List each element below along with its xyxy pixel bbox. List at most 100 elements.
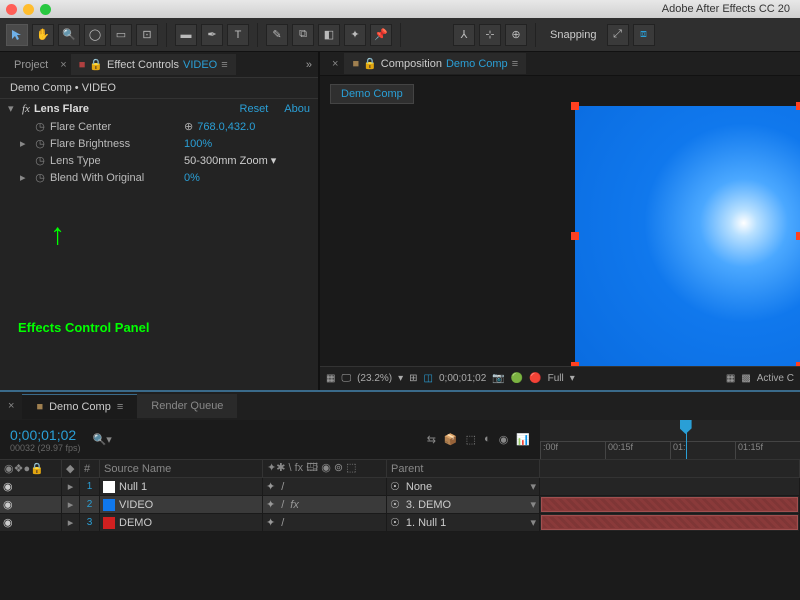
crosshair-icon[interactable]: ⊕	[184, 120, 193, 133]
twirl-arrow-icon[interactable]: ▸	[68, 498, 74, 511]
visibility-icon[interactable]: ◉	[3, 498, 13, 511]
prop-value[interactable]: 768.0,432.0	[197, 121, 255, 133]
safe-zones-icon[interactable]: ◫	[424, 373, 433, 384]
disclosure-arrow-icon[interactable]: ▸	[20, 137, 30, 150]
minimize-window-button[interactable]	[23, 4, 34, 15]
viewer-timecode[interactable]: 0;00;01;02	[439, 373, 486, 384]
stopwatch-icon[interactable]: ◷	[34, 155, 46, 167]
layer-bar[interactable]	[541, 497, 798, 512]
transform-handle[interactable]	[571, 232, 579, 240]
snapping-toggle[interactable]: ⤢	[607, 24, 629, 46]
transform-handle[interactable]	[796, 102, 800, 110]
transparency-grid-icon[interactable]: ▩	[741, 373, 750, 384]
graph-editor-icon[interactable]: 📊	[516, 433, 530, 446]
snap-bounds-icon[interactable]: ⧈	[633, 24, 655, 46]
fx-switch-icon[interactable]: fx	[290, 499, 299, 511]
transform-handle[interactable]	[571, 362, 579, 366]
dropdown-arrow-icon[interactable]: ▾	[398, 373, 403, 384]
pickwhip-icon[interactable]: ☉	[390, 498, 400, 511]
axis-local-icon[interactable]: ⅄	[453, 24, 475, 46]
type-tool[interactable]: T	[227, 24, 249, 46]
layer-name[interactable]: VIDEO	[119, 499, 153, 511]
layer-name[interactable]: Null 1	[119, 481, 147, 493]
clone-tool[interactable]: ⧉	[292, 24, 314, 46]
parent-dropdown[interactable]: 1. Null 1	[406, 517, 446, 529]
effect-about-link[interactable]: Abou	[284, 103, 310, 115]
axis-view-icon[interactable]: ⊕	[505, 24, 527, 46]
hand-tool[interactable]: ✋	[32, 24, 54, 46]
tab-close-icon[interactable]: ×	[56, 59, 70, 71]
pickwhip-icon[interactable]: ☉	[390, 516, 400, 529]
stopwatch-icon[interactable]: ◷	[34, 172, 46, 184]
brush-tool[interactable]: ✎	[266, 24, 288, 46]
visibility-icon[interactable]: ◉	[3, 516, 13, 529]
panel-overflow-icon[interactable]: »	[306, 59, 312, 71]
maximize-window-button[interactable]	[40, 4, 51, 15]
lock-icon[interactable]: 🔒	[363, 57, 377, 70]
shy-switch-icon[interactable]: ✦	[266, 516, 275, 529]
twirl-arrow-icon[interactable]: ▸	[68, 516, 74, 529]
view-layout-icon[interactable]: ▦	[726, 373, 735, 384]
rect-tool[interactable]: ▬	[175, 24, 197, 46]
pen-tool[interactable]: ✒	[201, 24, 223, 46]
render-queue-tab[interactable]: Render Queue	[137, 394, 237, 418]
shy-icon[interactable]: ⬚	[466, 433, 476, 446]
eraser-tool[interactable]: ◧	[318, 24, 340, 46]
orbit-tool[interactable]: ◯	[84, 24, 106, 46]
dropdown-arrow-icon[interactable]: ▾	[570, 373, 575, 384]
disclosure-arrow-icon[interactable]: ▸	[20, 171, 30, 184]
puppet-tool[interactable]: 📌	[370, 24, 392, 46]
transform-handle[interactable]	[796, 362, 800, 366]
prop-value[interactable]: 100%	[184, 138, 212, 150]
transform-handle[interactable]	[571, 102, 579, 110]
grid-icon[interactable]: ▦	[326, 373, 335, 384]
prop-value[interactable]: 0%	[184, 172, 200, 184]
monitor-icon[interactable]: 🖵	[341, 373, 351, 384]
layer-name[interactable]: DEMO	[119, 517, 152, 529]
lock-icon[interactable]: 🔒	[89, 58, 103, 71]
shy-switch-icon[interactable]: ✦	[266, 498, 275, 511]
layer-row[interactable]: ◉▸1Null 1✦/☉None▾	[0, 478, 800, 496]
resolution-dropdown[interactable]: Full	[548, 373, 564, 384]
close-window-button[interactable]	[6, 4, 17, 15]
composition-viewer[interactable]: Demo Comp ▦ 🖵 (23.2%) ▾ ⊞ ◫ 0;00;01;02	[320, 76, 800, 390]
time-ruler-area[interactable]: :00f 00:15f 01: 01:15f	[540, 420, 800, 459]
disclosure-arrow-icon[interactable]: ▾	[8, 102, 18, 115]
parent-dropdown[interactable]: None	[406, 481, 432, 493]
layer-row[interactable]: ◉▸2VIDEO✦/fx☉3. DEMO▾	[0, 496, 800, 514]
parent-dropdown[interactable]: 3. DEMO	[406, 499, 451, 511]
tab-close-icon[interactable]: ×	[326, 58, 344, 70]
canvas-preview[interactable]	[575, 106, 800, 366]
layer-color-swatch[interactable]	[103, 517, 115, 529]
zoom-level[interactable]: (23.2%)	[357, 373, 392, 384]
twirl-arrow-icon[interactable]: ▸	[68, 480, 74, 493]
current-timecode[interactable]: 0;00;01;02	[10, 427, 81, 443]
layer-color-swatch[interactable]	[103, 481, 115, 493]
layer-color-swatch[interactable]	[103, 499, 115, 511]
stopwatch-icon[interactable]: ◷	[34, 121, 46, 133]
effect-target-link[interactable]: VIDEO	[183, 59, 217, 71]
active-camera-label[interactable]: Active C	[757, 373, 794, 384]
zoom-tool[interactable]: 🔍	[58, 24, 80, 46]
color-icon[interactable]: 🔴	[529, 373, 541, 384]
draft-3d-icon[interactable]: 📦	[444, 433, 458, 446]
fx-badge-icon[interactable]: fx	[22, 103, 30, 115]
axis-world-icon[interactable]: ⊹	[479, 24, 501, 46]
motion-blur-icon[interactable]: ◉	[499, 433, 509, 446]
layer-bar[interactable]	[541, 515, 798, 530]
camera-tool[interactable]: ⊡	[136, 24, 158, 46]
search-icon[interactable]: 🔍▾	[93, 433, 112, 446]
layer-row[interactable]: ◉▸3DEMO✦/☉1. Null 1▾	[0, 514, 800, 532]
stopwatch-icon[interactable]: ◷	[34, 138, 46, 150]
playhead[interactable]	[686, 420, 687, 459]
composition-tab[interactable]: ■ 🔒 Composition Demo Comp ≡	[344, 53, 526, 74]
effect-reset-link[interactable]: Reset	[240, 103, 269, 115]
timeline-comp-tab[interactable]: ■ Demo Comp ≡	[22, 394, 137, 419]
prop-value-dropdown[interactable]: 50-300mm Zoom ▾	[184, 154, 276, 167]
source-name-header[interactable]: Source Name	[100, 460, 263, 477]
snapshot-icon[interactable]: 📷	[492, 373, 504, 384]
transform-handle[interactable]	[796, 232, 800, 240]
channel-icon[interactable]: 🟢	[511, 373, 523, 384]
comp-name-link[interactable]: Demo Comp	[446, 58, 508, 70]
shy-switch-icon[interactable]: ✦	[266, 480, 275, 493]
